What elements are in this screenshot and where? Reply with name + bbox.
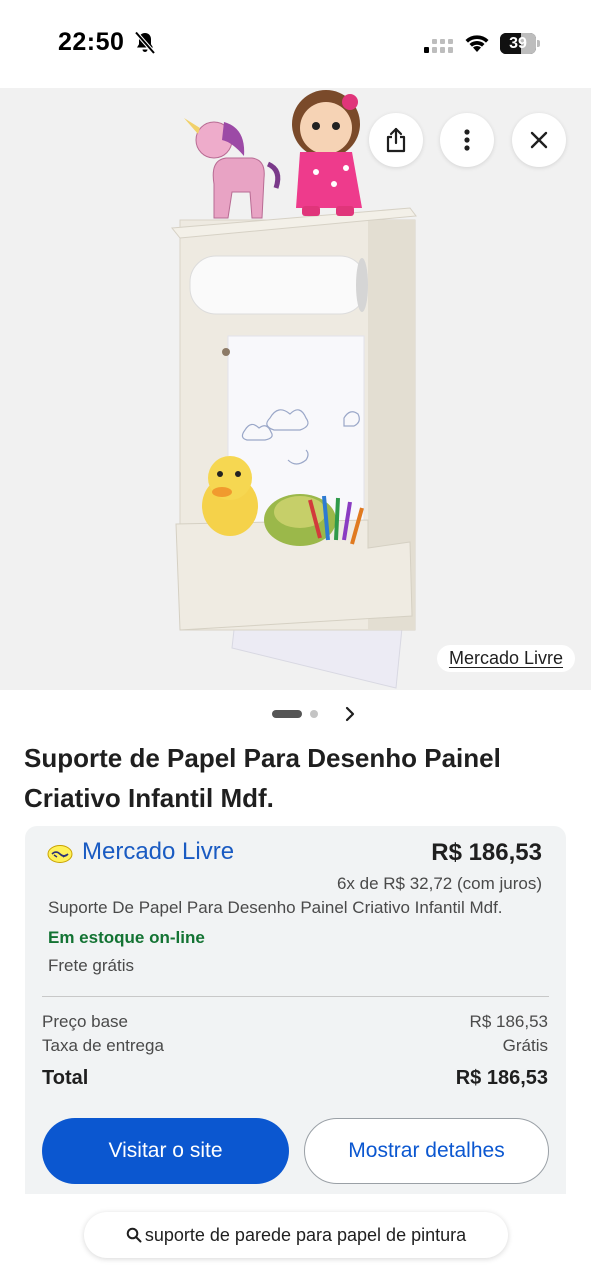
chevron-right-icon[interactable] (340, 704, 360, 724)
product-image[interactable]: Mercado Livre (0, 88, 591, 690)
offer-card: Mercado Livre R$ 186,53 6x de R$ 32,72 (… (25, 826, 566, 1194)
divider (42, 996, 549, 997)
battery-icon: 39 (500, 33, 540, 54)
close-button[interactable] (512, 113, 566, 167)
visit-site-button[interactable]: Visitar o site (42, 1118, 289, 1184)
more-options-button[interactable] (440, 113, 494, 167)
total-label: Total (42, 1067, 89, 1089)
installments: 6x de R$ 32,72 (com juros) (336, 874, 542, 893)
bottom-bar: suporte de parede para papel de pintura (0, 1194, 591, 1280)
search-query-text: suporte de parede para papel de pintura (144, 1224, 467, 1245)
total-value: R$ 186,53 (455, 1067, 548, 1089)
base-price-value: R$ 186,53 (469, 1012, 548, 1031)
status-bar: 22:50 39 (0, 0, 591, 88)
wifi-icon (465, 35, 489, 52)
carousel-dot-active[interactable] (272, 710, 302, 718)
more-vert-icon (464, 129, 470, 151)
product-title: Suporte de Papel Para Desenho Painel Cri… (24, 743, 501, 813)
delivery-row: Taxa de entrega Grátis (42, 1036, 548, 1056)
delivery-value: Grátis (502, 1036, 548, 1055)
price: R$ 186,53 (431, 839, 542, 866)
base-price-label: Preço base (42, 1012, 128, 1031)
store-name-link[interactable]: Mercado Livre (82, 838, 234, 866)
signal-icon (424, 39, 453, 53)
delivery-label: Taxa de entrega (42, 1036, 164, 1055)
mercado-livre-logo-icon (47, 845, 73, 863)
close-icon (530, 131, 548, 149)
stock-status: Em estoque on-line (48, 928, 205, 947)
share-icon (386, 127, 406, 153)
show-details-button[interactable]: Mostrar detalhes (304, 1118, 549, 1184)
offer-description: Suporte De Papel Para Desenho Painel Cri… (48, 898, 503, 917)
shipping-info: Frete grátis (48, 956, 134, 975)
bell-slash-icon (134, 31, 156, 55)
carousel-indicator (0, 700, 591, 728)
base-price-row: Preço base R$ 186,53 (42, 1012, 548, 1032)
carousel-dot[interactable] (310, 710, 318, 718)
share-button[interactable] (369, 113, 423, 167)
total-row: Total R$ 186,53 (42, 1067, 548, 1090)
clock: 22:50 (58, 28, 125, 56)
battery-percentage: 39 (509, 35, 527, 52)
search-icon (126, 1227, 142, 1243)
search-query-chip[interactable]: suporte de parede para papel de pintura (84, 1212, 508, 1258)
product-photo (171, 90, 417, 689)
image-source-link[interactable]: Mercado Livre (436, 645, 575, 672)
